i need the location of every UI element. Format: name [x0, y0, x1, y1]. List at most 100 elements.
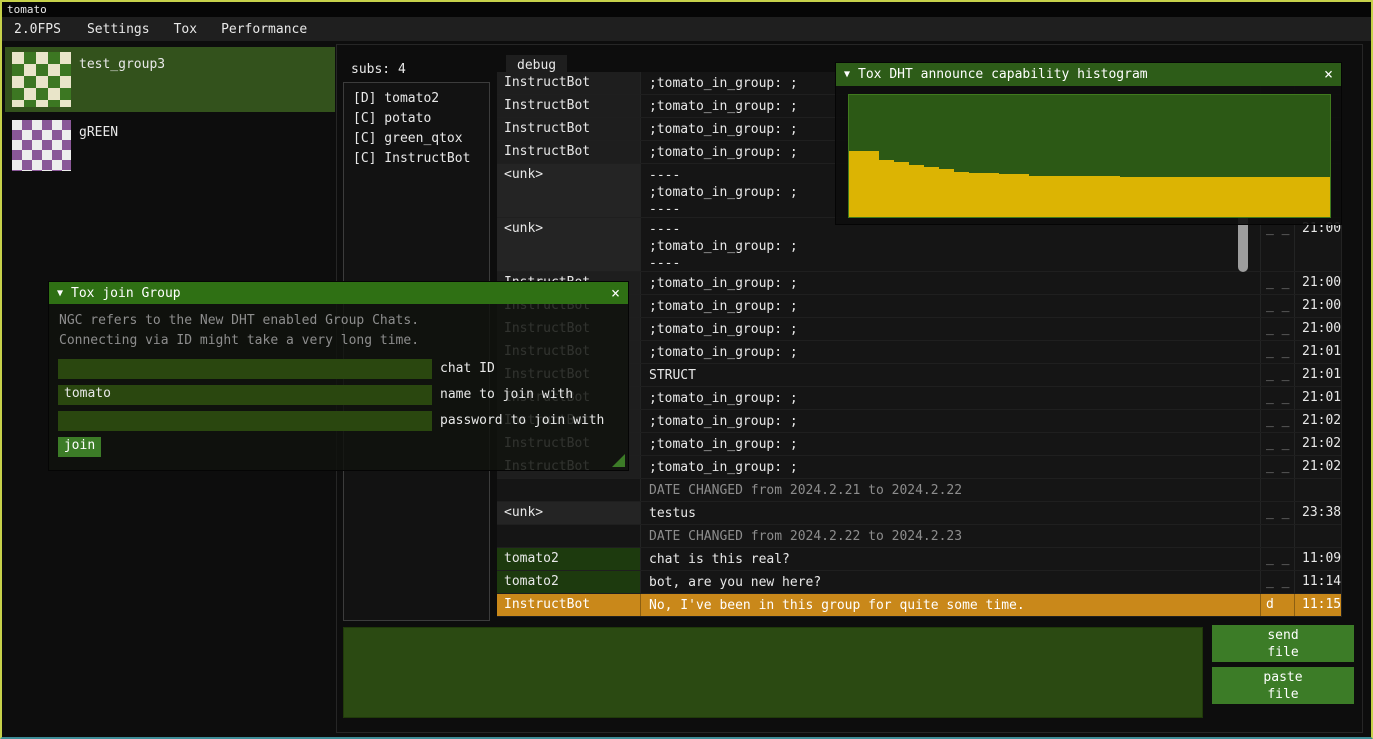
- chat-flags: _ _: [1261, 433, 1295, 455]
- join-name-input[interactable]: tomato: [58, 385, 432, 405]
- histogram-bar: [954, 172, 969, 217]
- chat-message: bot, are you new here?: [640, 571, 1261, 593]
- histogram-bar: [879, 160, 894, 217]
- menu-item-settings[interactable]: Settings: [75, 19, 162, 40]
- histogram-bar: [1029, 176, 1044, 217]
- histogram-bar: [1270, 177, 1285, 217]
- join-dialog-title: Tox join Group: [71, 286, 181, 301]
- chat-time: 21:00: [1295, 295, 1341, 317]
- histogram-bar: [1135, 177, 1150, 217]
- chat-flags: d: [1261, 594, 1295, 616]
- chat-row: <unk>---- ;tomato_in_group: ; ----_ _21:…: [497, 218, 1341, 272]
- chat-time: 21:00: [1295, 318, 1341, 340]
- chat-time: 21:01: [1295, 364, 1341, 386]
- chat-sender: <unk>: [497, 164, 640, 217]
- contact-label: gREEN: [79, 125, 118, 172]
- paste-file-button[interactable]: paste file: [1212, 667, 1354, 704]
- chat-row: DATE CHANGED from 2024.2.21 to 2024.2.22: [497, 479, 1341, 502]
- chat-flags: _ _: [1261, 387, 1295, 409]
- chat-sender: InstructBot: [497, 118, 640, 140]
- window-titlebar[interactable]: tomato: [2, 2, 1371, 17]
- chat-id-input[interactable]: [58, 359, 432, 379]
- close-icon[interactable]: ×: [611, 286, 620, 301]
- chat-flags: _ _: [1261, 318, 1295, 340]
- chat-row: <unk>testus_ _23:38: [497, 502, 1341, 525]
- chat-message: ;tomato_in_group: ;: [640, 318, 1261, 340]
- histogram-bar: [1255, 177, 1270, 217]
- peer-item[interactable]: [C] potato: [344, 109, 489, 129]
- peer-count-header: subs: 4: [351, 62, 406, 77]
- histogram-bar: [1090, 176, 1105, 217]
- join-password-label: password to join with: [440, 411, 604, 431]
- message-input[interactable]: [343, 627, 1203, 718]
- chat-message: ---- ;tomato_in_group: ; ----: [640, 218, 1261, 271]
- histogram-bar: [1044, 176, 1059, 217]
- send-file-button[interactable]: send file: [1212, 625, 1354, 662]
- menu-bar: 2.0FPS Settings Tox Performance: [2, 17, 1371, 41]
- chat-flags: _ _: [1261, 502, 1295, 524]
- chat-flags: _ _: [1261, 218, 1295, 271]
- chat-flags: _ _: [1261, 295, 1295, 317]
- histogram-bar: [984, 173, 999, 217]
- histogram-bar: [909, 165, 924, 217]
- histogram-window-titlebar[interactable]: ▼ Tox DHT announce capability histogram …: [836, 63, 1341, 86]
- chat-time: [1295, 525, 1341, 547]
- chat-row: DATE CHANGED from 2024.2.22 to 2024.2.23: [497, 525, 1341, 548]
- join-dialog-titlebar[interactable]: ▼ Tox join Group ×: [49, 282, 628, 304]
- histogram-bar: [864, 151, 879, 217]
- menu-item-performance[interactable]: Performance: [209, 19, 319, 40]
- chat-message: testus: [640, 502, 1261, 524]
- chat-sender: [497, 479, 640, 501]
- chat-id-label: chat ID: [440, 359, 495, 379]
- chat-flags: _ _: [1261, 571, 1295, 593]
- chat-message: STRUCT: [640, 364, 1261, 386]
- histogram-window: ▼ Tox DHT announce capability histogram …: [835, 62, 1342, 225]
- histogram-bar: [1225, 177, 1240, 217]
- close-icon[interactable]: ×: [1324, 67, 1333, 82]
- chat-time: 21:00: [1295, 218, 1341, 271]
- chat-sender: [497, 525, 640, 547]
- window-title: tomato: [7, 3, 47, 16]
- collapse-icon[interactable]: ▼: [844, 69, 850, 80]
- contact-item-green[interactable]: gREEN: [5, 115, 335, 172]
- contact-item-test-group3[interactable]: test_group3: [5, 47, 335, 112]
- histogram-bar: [1300, 177, 1315, 217]
- contact-label: test_group3: [79, 57, 165, 112]
- peer-item[interactable]: [C] InstructBot: [344, 149, 489, 169]
- join-password-input[interactable]: [58, 411, 432, 431]
- chat-time: 11:15: [1295, 594, 1341, 616]
- histogram-bar: [924, 167, 939, 217]
- chat-sender: tomato2: [497, 571, 640, 593]
- histogram-bar: [849, 151, 864, 217]
- chat-message: ;tomato_in_group: ;: [640, 295, 1261, 317]
- join-group-dialog: ▼ Tox join Group × NGC refers to the New…: [48, 281, 629, 471]
- histogram-bar: [1165, 177, 1180, 217]
- chat-time: 21:01: [1295, 341, 1341, 363]
- peer-item[interactable]: [C] green_qtox: [344, 129, 489, 149]
- group-avatar: [12, 52, 71, 107]
- chat-time: 21:02: [1295, 456, 1341, 478]
- chat-time: 21:02: [1295, 433, 1341, 455]
- chat-flags: _ _: [1261, 341, 1295, 363]
- histogram-bar: [1059, 176, 1074, 217]
- chat-time: 21:01: [1295, 387, 1341, 409]
- histogram-bar: [1240, 177, 1255, 217]
- chat-time: 21:00: [1295, 272, 1341, 294]
- chat-row: tomato2bot, are you new here?_ _11:14: [497, 571, 1341, 594]
- chat-sender: tomato2: [497, 548, 640, 570]
- chat-row: InstructBotNo, I've been in this group f…: [497, 594, 1341, 617]
- chat-message: chat is this real?: [640, 548, 1261, 570]
- chat-flags: _ _: [1261, 272, 1295, 294]
- resize-grip-icon[interactable]: [612, 454, 625, 467]
- chat-time: 23:38: [1295, 502, 1341, 524]
- chat-time: [1295, 479, 1341, 501]
- histogram-bar: [1180, 177, 1195, 217]
- histogram-bar: [1285, 177, 1300, 217]
- chat-time: 21:02: [1295, 410, 1341, 432]
- collapse-icon[interactable]: ▼: [57, 288, 63, 299]
- histogram-plot: [848, 94, 1331, 218]
- peer-item[interactable]: [D] tomato2: [344, 89, 489, 109]
- histogram-bar: [999, 174, 1014, 217]
- join-button[interactable]: join: [58, 437, 101, 457]
- menu-item-tox[interactable]: Tox: [162, 19, 209, 40]
